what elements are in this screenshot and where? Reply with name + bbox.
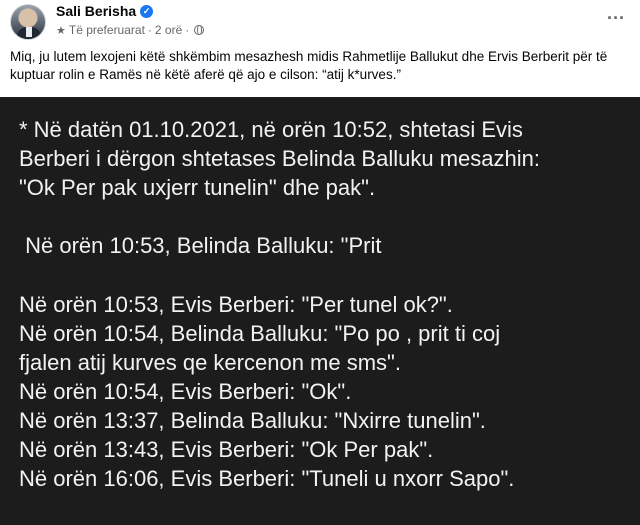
meta-separator: · [185,23,190,37]
avatar-shirt [26,27,32,37]
more-options-icon: ··· [607,8,625,28]
message-line: Berberi i dërgon shtetases Belinda Ballu… [19,146,540,171]
message-line: fjalen atij kurves qe kercenon me sms". [19,350,401,375]
message-line: Në orën 10:54, Belinda Balluku: "Po po ,… [19,321,501,346]
verified-badge-icon: ✓ [140,4,154,18]
message-line: Në orën 13:43, Evis Berberi: "Ok Per pak… [19,437,434,462]
message-line: Në orën 10:54, Evis Berberi: "Ok". [19,379,352,404]
post-header: Sali Berisha ✓ ★ Të preferuarat · 2 orë … [0,0,640,44]
message-line: Në orën 10:53, Belinda Balluku: "Prit [19,233,382,258]
globe-icon[interactable] [194,25,205,35]
message-image[interactable]: * Në datën 01.10.2021, në orën 10:52, sh… [0,97,640,525]
author-name-row: Sali Berisha ✓ [56,3,154,19]
message-line: * Në datën 01.10.2021, në orën 10:52, sh… [19,117,523,142]
author-avatar[interactable] [10,4,46,40]
message-line: "Ok Per pak uxjerr tunelin" dhe pak". [19,175,376,200]
more-options-button[interactable]: ··· [606,8,626,28]
meta-separator: · [147,23,152,37]
star-icon: ★ [56,24,66,37]
post-time[interactable]: 2 orë [155,23,182,37]
message-line: Në orën 16:06, Evis Berberi: "Tuneli u n… [19,466,515,491]
author-name[interactable]: Sali Berisha [56,3,136,19]
message-line: Në orën 13:37, Belinda Balluku: "Nxirre … [19,408,486,433]
message-line: Në orën 10:53, Evis Berberi: "Per tunel … [19,292,453,317]
post-meta: ★ Të preferuarat · 2 orë · [56,23,205,37]
post-caption: Miq, ju lutem lexojeni këtë shkëmbim mes… [10,49,608,82]
audience-label[interactable]: Të preferuarat [69,23,145,37]
